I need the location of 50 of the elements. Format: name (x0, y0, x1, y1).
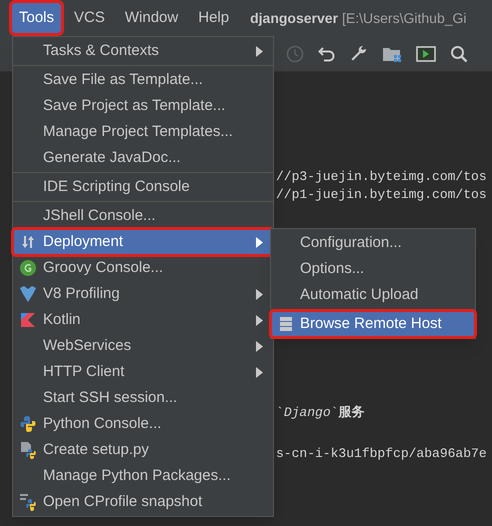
submenu-arrow-icon (256, 366, 263, 378)
menu-entry[interactable]: Create setup.py (13, 437, 273, 463)
search-icon[interactable] (450, 44, 468, 62)
menu-entry[interactable]: HTTP Client (13, 359, 273, 385)
run-console-icon[interactable] (416, 46, 436, 62)
menu-entry[interactable]: Kotlin (13, 307, 273, 333)
menu-entry[interactable]: Manage Project Templates... (13, 119, 273, 145)
menu-entry[interactable]: Python Console... (13, 411, 273, 437)
menu-entry[interactable]: Options... (271, 256, 475, 282)
shield-icon (19, 285, 37, 303)
submenu-arrow-icon (256, 288, 263, 300)
menu-entry[interactable]: Start SSH session... (13, 385, 273, 411)
code-line: //p1-juejin.byteimg.com/tos (276, 186, 488, 204)
kotlin-icon (20, 312, 36, 328)
menu-entry[interactable]: WebServices (13, 333, 273, 359)
submenu-arrow-icon (256, 236, 263, 248)
menu-item[interactable]: Window (118, 3, 186, 33)
menu-item[interactable]: Tools (12, 3, 62, 33)
code-line: s-cn-i-k3u1fbpfcp/aba96ab7e (276, 445, 488, 463)
code-line: `Django`服务 (276, 404, 366, 422)
project-name: djangoserver (250, 8, 338, 28)
menu-entry[interactable]: IDE Scripting Console (13, 174, 273, 200)
python-icon (19, 415, 37, 433)
menu-entry[interactable]: Automatic Upload (271, 282, 475, 308)
up-down-arrows-icon (20, 234, 36, 250)
file-python-icon (19, 441, 37, 459)
menu-entry[interactable]: Generate JavaDoc... (13, 145, 273, 171)
submenu-arrow-icon (256, 46, 263, 56)
menu-entry[interactable]: Browse Remote Host (271, 311, 475, 337)
menu-entry[interactable]: Configuration... (271, 230, 475, 256)
profile-python-icon (19, 493, 37, 511)
groovy-icon (19, 259, 37, 277)
submenu-arrow-icon (256, 340, 263, 352)
undo-icon[interactable] (318, 44, 336, 62)
menu-entry[interactable]: Tasks & Contexts (13, 38, 273, 64)
menu-entry[interactable]: Save File as Template... (13, 67, 273, 93)
menu-entry[interactable]: JShell Console... (13, 203, 273, 229)
menu-entry[interactable]: V8 Profiling (13, 281, 273, 307)
menu-entry[interactable]: Groovy Console... (13, 255, 273, 281)
menu-entry[interactable]: Deployment (13, 229, 273, 255)
wrench-icon[interactable] (350, 44, 368, 62)
menu-entry[interactable]: Open CProfile snapshot (13, 489, 273, 515)
menu-entry[interactable]: Save Project as Template... (13, 93, 273, 119)
submenu-arrow-icon (256, 314, 263, 326)
project-path: [E:\Users\Github_Gi (342, 8, 467, 28)
code-line: //p3-juejin.byteimg.com/tos (276, 168, 488, 186)
menu-item[interactable]: Help (191, 3, 236, 33)
server-icon (278, 316, 292, 332)
menu-item[interactable]: VCS (67, 3, 112, 33)
menu-entry[interactable]: Manage Python Packages... (13, 463, 273, 489)
